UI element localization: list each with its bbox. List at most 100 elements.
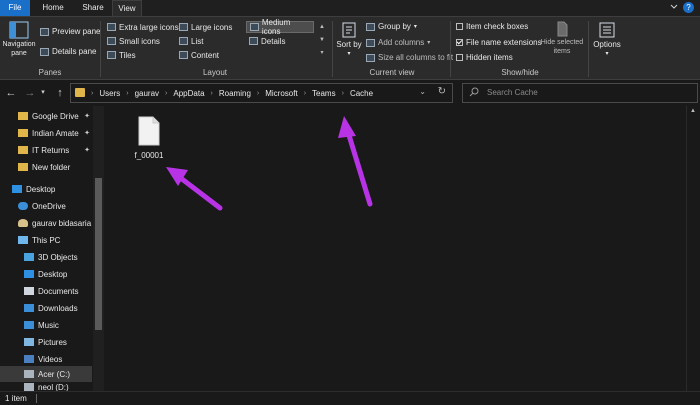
file-name-extensions-label: File name extensions [466, 38, 542, 47]
address-dropdown-icon[interactable]: ⌄ [419, 87, 426, 96]
refresh-icon[interactable]: ↻ [438, 86, 446, 97]
recent-dropdown-icon[interactable]: ▾ [38, 85, 48, 101]
tab-view[interactable]: View [112, 0, 142, 16]
medium-icons-option[interactable]: Medium icons [246, 18, 314, 36]
tab-share[interactable]: Share [74, 0, 112, 16]
extra-large-icons-option[interactable]: Extra large icons [104, 21, 182, 33]
large-icons-option[interactable]: Large icons [176, 21, 235, 33]
item-check-boxes-toggle[interactable]: Item check boxes [456, 22, 528, 31]
breadcrumb-microsoft[interactable]: Microsoft [265, 89, 297, 98]
tab-file[interactable]: File [0, 0, 30, 16]
pin-icon[interactable]: ✦ [84, 146, 90, 154]
preview-pane-button[interactable]: Preview pane [40, 27, 100, 36]
nav-item-label: Pictures [38, 337, 67, 347]
navigation-pane-button[interactable]: Navigation pane [2, 21, 36, 65]
nav-item-desktop[interactable]: Desktop [0, 266, 92, 282]
nav-item-documents[interactable]: Documents [0, 283, 92, 299]
nav-item-google-drive[interactable]: Google Drive ✦ [0, 108, 92, 124]
nav-item-3d-objects[interactable]: 3D Objects [0, 249, 92, 265]
sort-by-button[interactable]: Sort by ▾ [336, 21, 362, 57]
desktop-icon [24, 270, 34, 278]
layout-scroll-up-icon[interactable]: ▲ [318, 21, 326, 34]
nav-item-music[interactable]: Music [0, 317, 92, 333]
breadcrumb-separator-icon: › [303, 89, 307, 97]
hidden-items-checkbox[interactable] [456, 54, 463, 61]
nav-item-new-folder[interactable]: New folder [0, 159, 92, 175]
tab-home[interactable]: Home [34, 0, 72, 16]
nav-item-label: Music [38, 320, 59, 330]
file-name-extensions-checkbox[interactable] [456, 39, 463, 46]
search-box[interactable]: Search Cache [462, 83, 698, 103]
address-bar[interactable]: › Users › gaurav › AppData › Roaming › M… [70, 83, 453, 103]
chevron-down-icon: ▾ [413, 24, 417, 30]
ribbon: Navigation pane Preview pane Details pan… [0, 16, 700, 80]
nav-item-videos[interactable]: Videos [0, 351, 92, 367]
navigation-scrollbar[interactable] [93, 106, 104, 391]
nav-item-user[interactable]: gaurav bidasaria [0, 215, 92, 231]
item-count: 1 item [5, 394, 27, 403]
navigation-pane: Google Drive ✦ Indian Amate ✦ IT Returns… [0, 106, 105, 391]
nav-item-downloads[interactable]: Downloads [0, 300, 92, 316]
hide-selected-items-button[interactable]: Hide selected items [539, 21, 585, 56]
preview-pane-label: Preview pane [52, 27, 101, 36]
nav-item-acer-c[interactable]: Acer (C:) [0, 366, 92, 382]
extra-large-icons-label: Extra large icons [119, 22, 179, 32]
folder-icon [18, 146, 28, 154]
small-icons-icon [107, 37, 116, 45]
chevron-down-icon[interactable] [670, 3, 678, 11]
nav-item-label: Acer (C:) [38, 369, 70, 379]
nav-item-this-pc[interactable]: This PC [0, 232, 92, 248]
file-list: f_00001 [106, 106, 686, 391]
content-scrollbar[interactable]: ▲ [686, 106, 700, 391]
small-icons-option[interactable]: Small icons [104, 35, 163, 47]
layout-scroll[interactable]: ▲ ▼ ▾ [318, 21, 326, 61]
file-icon [138, 116, 160, 146]
large-icons-icon [179, 23, 188, 31]
nav-item-desktop-root[interactable]: Desktop [0, 181, 92, 197]
show-hide-group-label: Show/hide [501, 68, 539, 77]
details-option[interactable]: Details [246, 35, 288, 47]
scrollbar-thumb[interactable] [95, 178, 102, 330]
file-item[interactable]: f_00001 [126, 116, 172, 168]
up-arrow-icon[interactable]: ↑ [52, 85, 68, 101]
breadcrumb-teams[interactable]: Teams [312, 89, 336, 98]
back-arrow-icon[interactable]: ← [3, 85, 19, 101]
nav-item-indian-amate[interactable]: Indian Amate ✦ [0, 125, 92, 141]
scroll-up-icon[interactable]: ▲ [690, 108, 696, 114]
item-check-boxes-checkbox[interactable] [456, 23, 463, 30]
ribbon-divider [588, 21, 589, 77]
group-by-button[interactable]: Group by ▾ [366, 22, 417, 31]
nav-item-it-returns[interactable]: IT Returns ✦ [0, 142, 92, 158]
nav-item-label: Desktop [26, 184, 56, 194]
details-pane-button[interactable]: Details pane [40, 47, 96, 56]
breadcrumb-roaming[interactable]: Roaming [219, 89, 251, 98]
breadcrumb-appdata[interactable]: AppData [173, 89, 204, 98]
help-icon[interactable]: ? [683, 2, 694, 13]
breadcrumb-cache[interactable]: Cache [350, 89, 373, 98]
breadcrumb-users[interactable]: Users [99, 89, 120, 98]
chevron-down-icon: ▾ [427, 40, 431, 46]
file-name-extensions-toggle[interactable]: File name extensions [456, 38, 542, 47]
nav-item-onedrive[interactable]: OneDrive [0, 198, 92, 214]
list-option[interactable]: List [176, 35, 206, 47]
tiles-option[interactable]: Tiles [104, 49, 139, 61]
pin-icon[interactable]: ✦ [84, 129, 90, 137]
nav-item-neol-d[interactable]: neol (D:) [0, 383, 92, 391]
add-columns-button[interactable]: Add columns ▾ [366, 38, 430, 47]
hidden-items-toggle[interactable]: Hidden items [456, 53, 513, 62]
options-button[interactable]: Options ▾ [592, 21, 622, 57]
google-drive-folder-icon [18, 112, 28, 120]
forward-arrow-icon[interactable]: → [22, 85, 38, 101]
onedrive-icon [18, 202, 28, 210]
breadcrumb-separator-icon: › [126, 89, 129, 97]
size-all-columns-button[interactable]: Size all columns to fit [366, 53, 453, 62]
breadcrumb-gaurav[interactable]: gaurav [135, 89, 159, 98]
content-option[interactable]: Content [176, 49, 222, 61]
layout-expand-icon[interactable]: ▾ [318, 47, 326, 60]
search-input[interactable]: Search Cache [487, 88, 538, 97]
nav-item-pictures[interactable]: Pictures [0, 334, 92, 350]
pin-icon[interactable]: ✦ [84, 112, 90, 120]
layout-scroll-down-icon[interactable]: ▼ [318, 34, 326, 47]
nav-item-label: This PC [32, 235, 61, 245]
breadcrumb-separator-icon: › [91, 89, 94, 97]
